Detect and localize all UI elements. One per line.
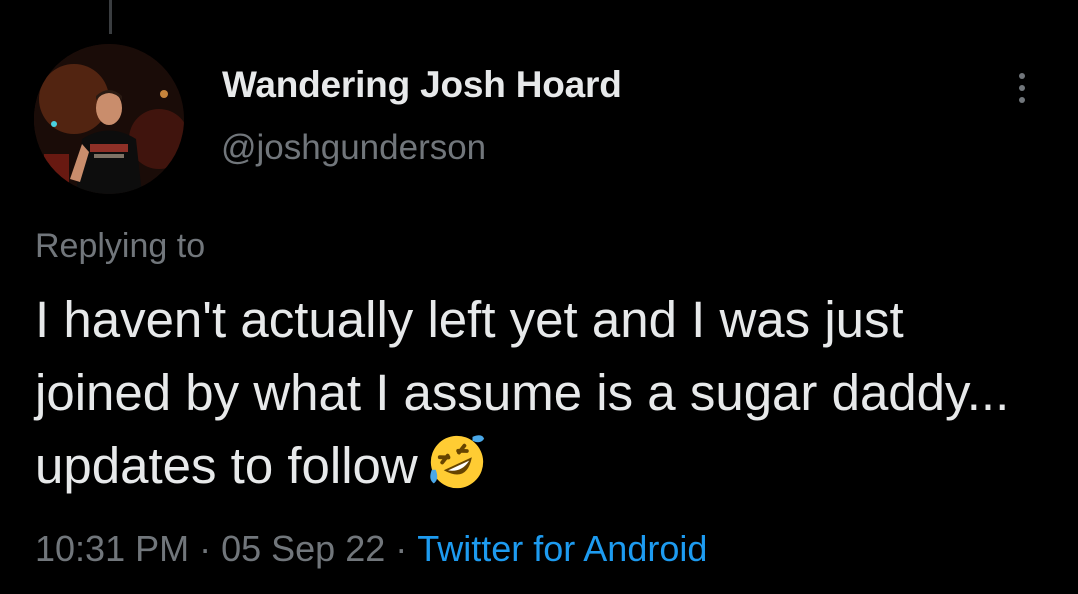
- more-options-icon: [1019, 85, 1025, 91]
- tweet-date[interactable]: 05 Sep 22: [221, 528, 385, 569]
- author-handle[interactable]: @joshgunderson: [221, 128, 486, 168]
- meta-separator: ·: [199, 528, 212, 569]
- profile-photo-icon: [34, 44, 184, 194]
- meta-separator: ·: [395, 528, 408, 569]
- tweet-source-link[interactable]: Twitter for Android: [417, 528, 707, 569]
- more-options-button[interactable]: [1006, 66, 1038, 110]
- tweet-meta: 10:31 PM · 05 Sep 22 · Twitter for Android: [35, 528, 707, 570]
- tweet-time[interactable]: 10:31 PM: [35, 528, 189, 569]
- avatar[interactable]: [34, 44, 184, 194]
- thread-connector-line: [109, 0, 112, 34]
- tweet-text-body: I haven't actually left yet and I was ju…: [35, 291, 1010, 494]
- replying-to-label: Replying to: [35, 227, 206, 265]
- more-options-icon: [1019, 97, 1025, 103]
- more-options-icon: [1019, 73, 1025, 79]
- author-display-name[interactable]: Wandering Josh Hoard: [222, 64, 622, 106]
- tweet-text: I haven't actually left yet and I was ju…: [35, 283, 1035, 502]
- rolling-on-the-floor-laughing-emoji-icon: [426, 431, 488, 493]
